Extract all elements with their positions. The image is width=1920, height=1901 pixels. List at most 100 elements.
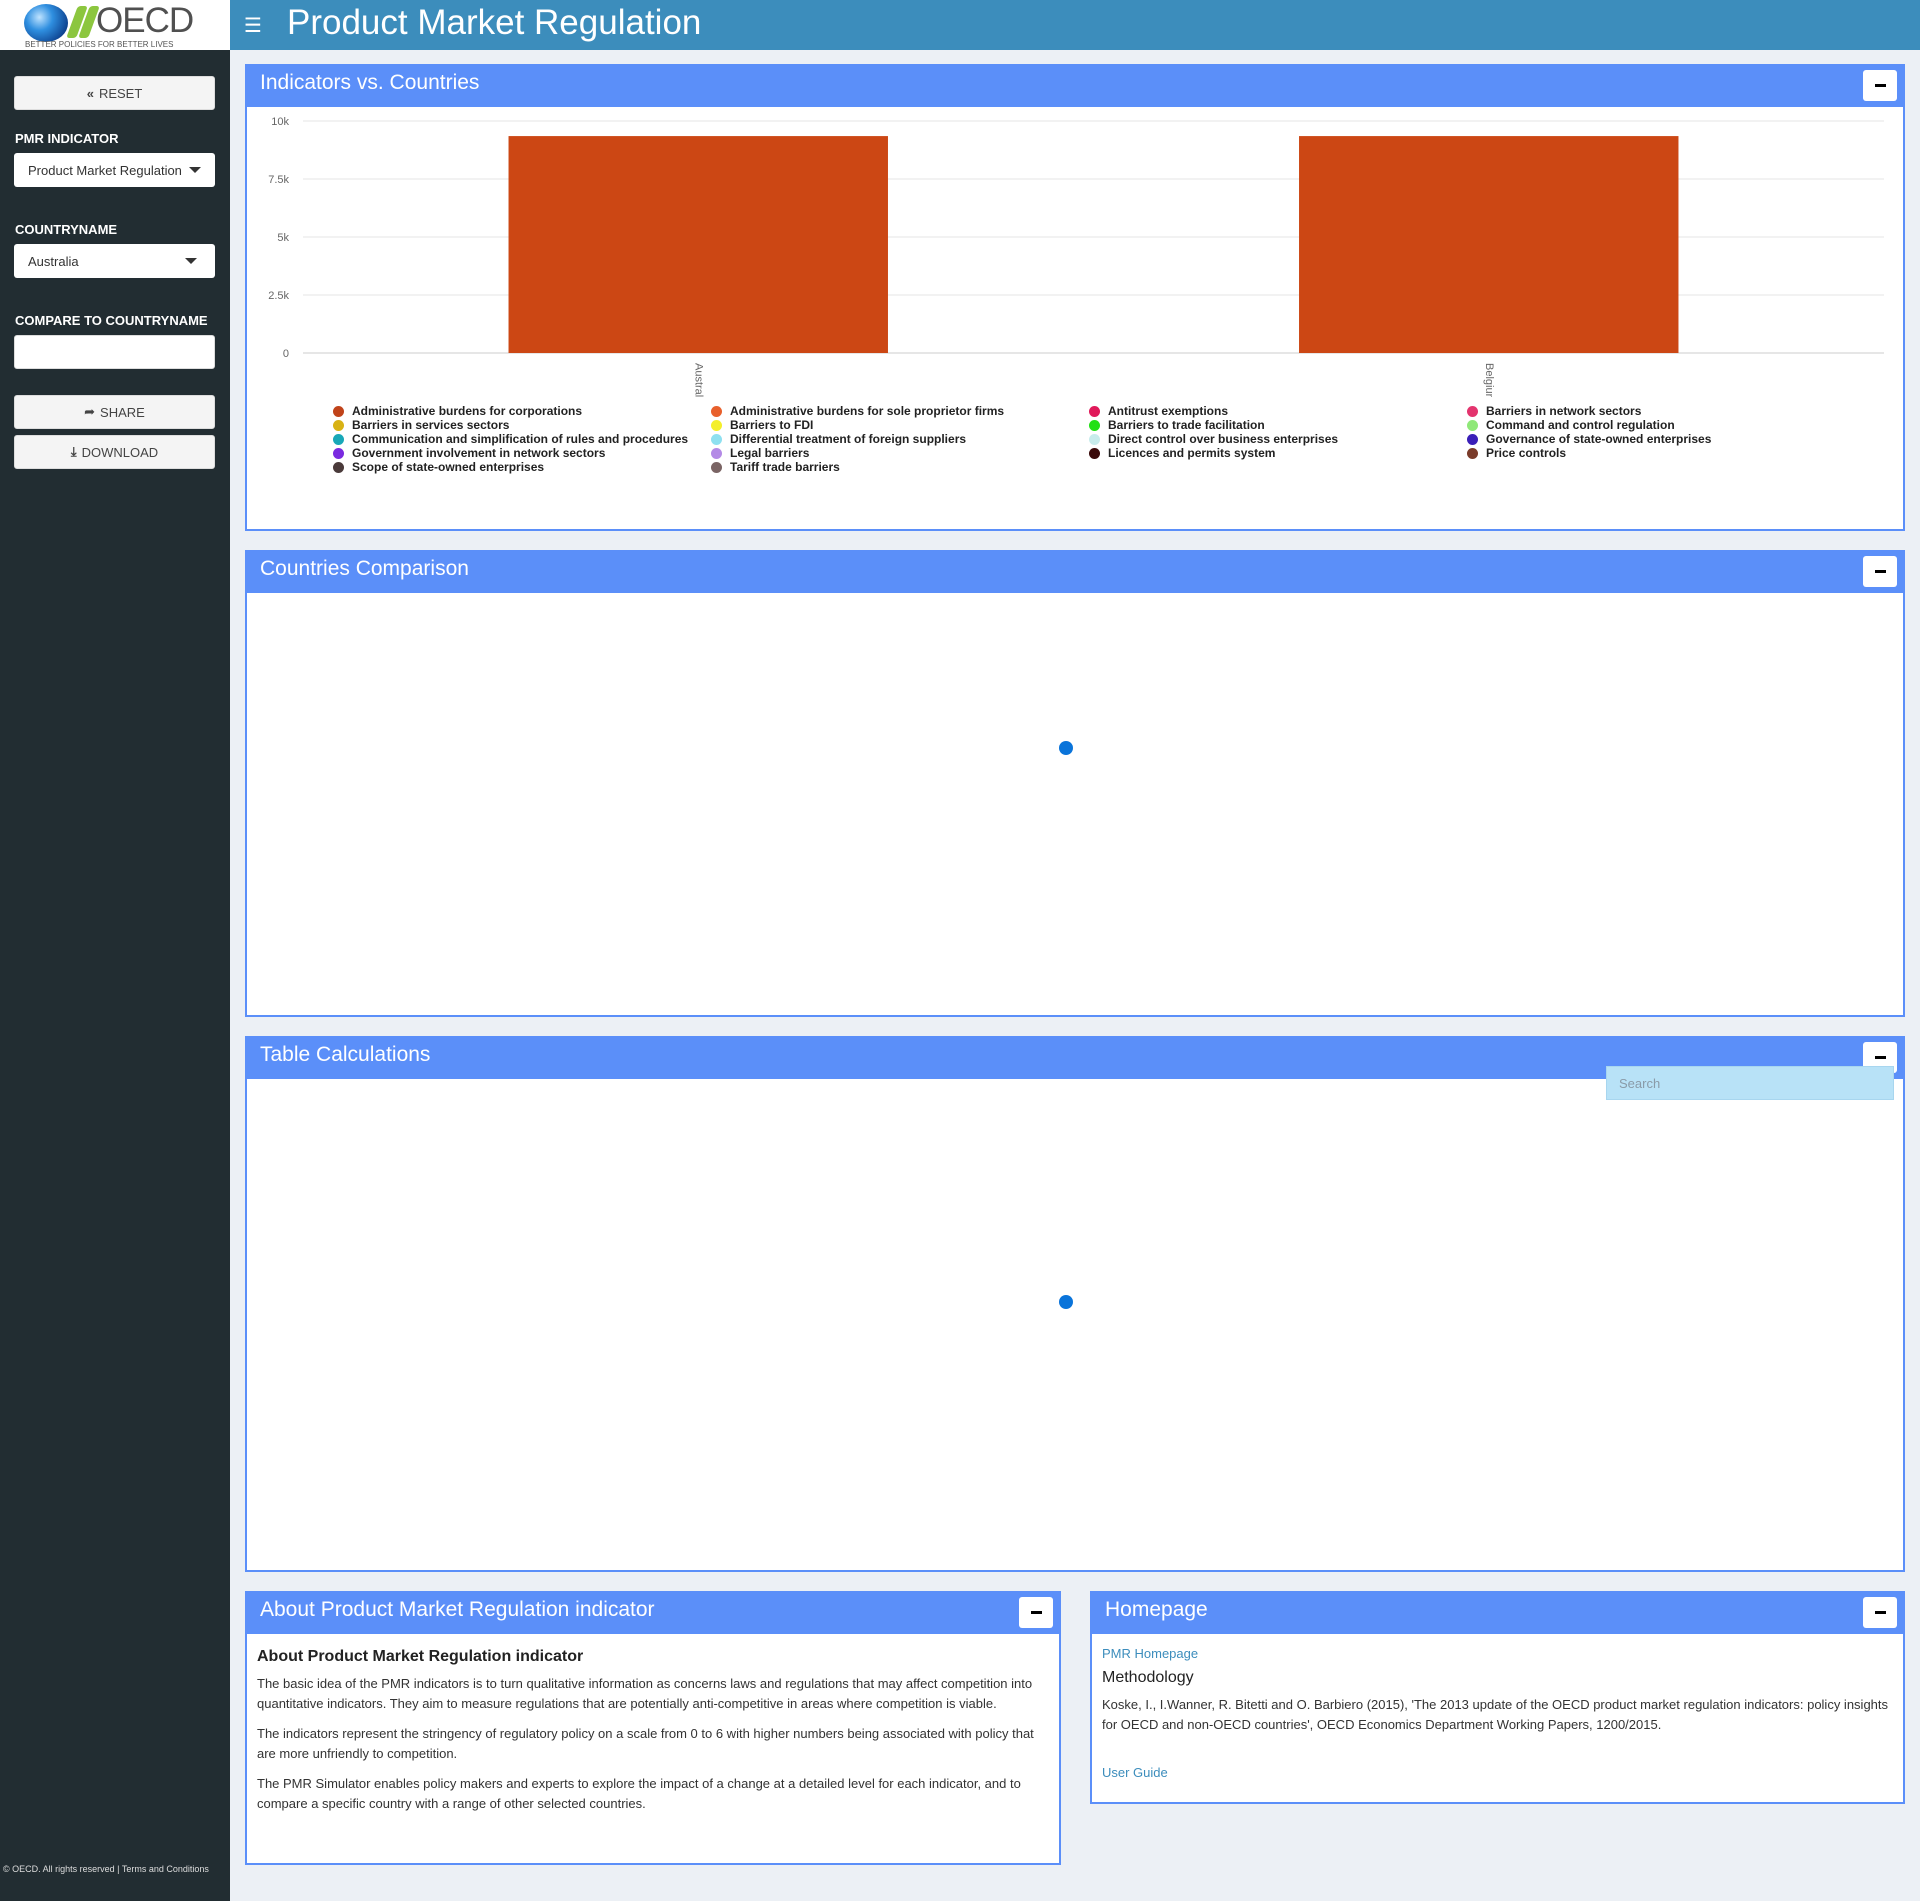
legend-item[interactable]: Antitrust exemptions xyxy=(1089,404,1467,418)
legend-dot-icon xyxy=(1467,405,1478,417)
legend-item[interactable]: Differential treatment of foreign suppli… xyxy=(711,432,1089,446)
legend-label: Communication and simplification of rule… xyxy=(352,432,689,446)
menu-icon[interactable]: ☰ xyxy=(244,13,262,37)
minus-icon xyxy=(1874,570,1886,573)
legend-label: Barriers in network sectors xyxy=(1486,404,1642,418)
methodology-heading: Methodology xyxy=(1102,1669,1194,1686)
bar-australia[interactable] xyxy=(508,136,888,353)
legend-item[interactable]: Barriers in network sectors xyxy=(1467,404,1845,418)
table-search-input[interactable]: Search xyxy=(1606,1066,1894,1100)
reset-label: RESET xyxy=(98,85,143,101)
legend-item[interactable]: Command and control regulation xyxy=(1467,418,1845,432)
homepage-panel: Homepage PMR Homepage Methodology Koske,… xyxy=(1090,1591,1905,1804)
sidebar: OECD BETTER POLICIES FOR BETTER LIVES « … xyxy=(0,0,230,1901)
legend-dot-icon xyxy=(333,419,344,431)
x-tick-label: Belgium xyxy=(1483,363,1495,397)
methodology-citation: Koske, I., I.Wanner, R. Bitetti and O. B… xyxy=(1102,1697,1889,1732)
user-guide-link[interactable]: User Guide xyxy=(1102,1765,1892,1780)
y-tick-label: 0 xyxy=(283,348,289,360)
bar-belgium[interactable] xyxy=(1299,136,1679,353)
legend-item[interactable]: Scope of state-owned enterprises xyxy=(333,460,711,474)
legend-item[interactable]: Barriers to trade facilitation xyxy=(1089,418,1467,432)
top-header: ☰ Product Market Regulation xyxy=(230,0,1920,50)
indicators-bar-chart: 0 2.5k 5k 7.5k 10k Australia Belgium xyxy=(268,116,1884,397)
x-tick-label: Australia xyxy=(692,363,704,397)
download-button[interactable]: ⤓ DOWNLOAD xyxy=(14,435,215,469)
pmr-homepage-link[interactable]: PMR Homepage xyxy=(1102,1646,1892,1661)
collapse-button[interactable] xyxy=(1863,1597,1897,1628)
legend-item[interactable]: Legal barriers xyxy=(711,446,1089,460)
legend-item[interactable]: Administrative burdens for corporations xyxy=(333,404,711,418)
about-panel: About Product Market Regulation indicato… xyxy=(245,1591,1061,1865)
minus-icon xyxy=(1030,1611,1042,1614)
share-button[interactable]: ➦ SHARE xyxy=(14,395,215,429)
countryname-select[interactable]: Australia xyxy=(14,244,215,278)
about-heading: About Product Market Regulation indicato… xyxy=(257,1648,584,1665)
table-panel-title: Table Calculations xyxy=(260,1043,431,1066)
legend-item[interactable]: Communication and simplification of rule… xyxy=(333,432,711,446)
legend-dot-icon xyxy=(711,461,722,473)
legend-label: Antitrust exemptions xyxy=(1108,404,1229,418)
legend-label: Governance of state-owned enterprises xyxy=(1486,432,1712,446)
y-tick-label: 10k xyxy=(271,116,289,128)
legend-dot-icon xyxy=(1467,419,1478,431)
legend-label: Price controls xyxy=(1486,446,1567,460)
y-tick-label: 5k xyxy=(277,232,289,244)
share-icon: ➦ xyxy=(84,404,96,419)
collapse-button[interactable] xyxy=(1019,1597,1053,1628)
share-label: SHARE xyxy=(100,404,145,420)
pmr-indicator-label: PMR INDICATOR xyxy=(15,131,119,146)
legend-label: Administrative burdens for corporations xyxy=(352,404,583,418)
legend-dot-icon xyxy=(333,433,344,445)
legend-item[interactable]: Licences and permits system xyxy=(1089,446,1467,460)
legend-dot-icon xyxy=(1467,447,1478,459)
comparison-panel-title: Countries Comparison xyxy=(260,557,469,580)
legend-label: Licences and permits system xyxy=(1108,446,1276,460)
about-panel-title: About Product Market Regulation indicato… xyxy=(260,1598,655,1621)
legend-item[interactable]: Administrative burdens for sole propriet… xyxy=(711,404,1089,418)
legend-dot-icon xyxy=(711,433,722,445)
reset-button[interactable]: « RESET xyxy=(14,76,215,110)
legend-item[interactable]: Barriers to FDI xyxy=(711,418,1089,432)
legend-label: Barriers to FDI xyxy=(730,418,814,432)
about-paragraph: The basic idea of the PMR indicators is … xyxy=(257,1676,1033,1711)
collapse-button[interactable] xyxy=(1863,556,1897,587)
countryname-label: COUNTRYNAME xyxy=(15,222,118,237)
logo-name: OECD xyxy=(96,1,194,40)
legend-label: Barriers in services sectors xyxy=(352,418,510,432)
download-label: DOWNLOAD xyxy=(81,444,159,460)
legend-item[interactable]: Tariff trade barriers xyxy=(711,460,1089,474)
compare-countryname-label: COMPARE TO COUNTRYNAME xyxy=(15,313,208,328)
homepage-panel-header: Homepage xyxy=(1092,1591,1903,1634)
legend-label: Government involvement in network sector… xyxy=(352,446,606,460)
indicators-panel: Indicators vs. Countries 0 2.5k 5k 7.5k 10k A… xyxy=(245,64,1905,531)
about-paragraph: The PMR Simulator enables policy makers … xyxy=(257,1776,1021,1811)
comparison-panel-header: Countries Comparison xyxy=(247,550,1903,593)
legend-label: Direct control over business enterprises xyxy=(1108,432,1339,446)
compare-countryname-input[interactable] xyxy=(14,335,215,369)
loading-spinner xyxy=(1059,1295,1073,1309)
footer-text[interactable]: © OECD. All rights reserved | Terms and … xyxy=(3,1864,209,1874)
chart-legend: Administrative burdens for corporations A… xyxy=(333,404,1711,474)
y-tick-label: 7.5k xyxy=(268,174,289,186)
loading-spinner xyxy=(1059,741,1073,755)
pmr-indicator-select[interactable]: Product Market Regulation xyxy=(14,153,215,187)
legend-dot-icon xyxy=(1089,405,1100,417)
legend-label: Legal barriers xyxy=(730,446,810,460)
legend-label: Barriers to trade facilitation xyxy=(1108,418,1265,432)
homepage-panel-title: Homepage xyxy=(1105,1598,1208,1621)
legend-dot-icon xyxy=(711,447,722,459)
legend-item[interactable]: Government involvement in network sector… xyxy=(333,446,711,460)
legend-item[interactable]: Direct control over business enterprises xyxy=(1089,432,1467,446)
collapse-button[interactable] xyxy=(1863,70,1897,101)
legend-item[interactable]: Price controls xyxy=(1467,446,1845,460)
countryname-value: Australia xyxy=(28,253,79,269)
logo-tagline: BETTER POLICIES FOR BETTER LIVES xyxy=(25,40,174,49)
download-icon: ⤓ xyxy=(70,444,77,459)
table-panel: Table Calculations Search xyxy=(245,1036,1905,1572)
legend-dot-icon xyxy=(1089,433,1100,445)
legend-item[interactable]: Governance of state-owned enterprises xyxy=(1467,432,1845,446)
oecd-logo[interactable]: OECD BETTER POLICIES FOR BETTER LIVES xyxy=(0,0,230,50)
about-paragraph: The indicators represent the stringency … xyxy=(257,1726,1034,1761)
legend-item[interactable]: Barriers in services sectors xyxy=(333,418,711,432)
